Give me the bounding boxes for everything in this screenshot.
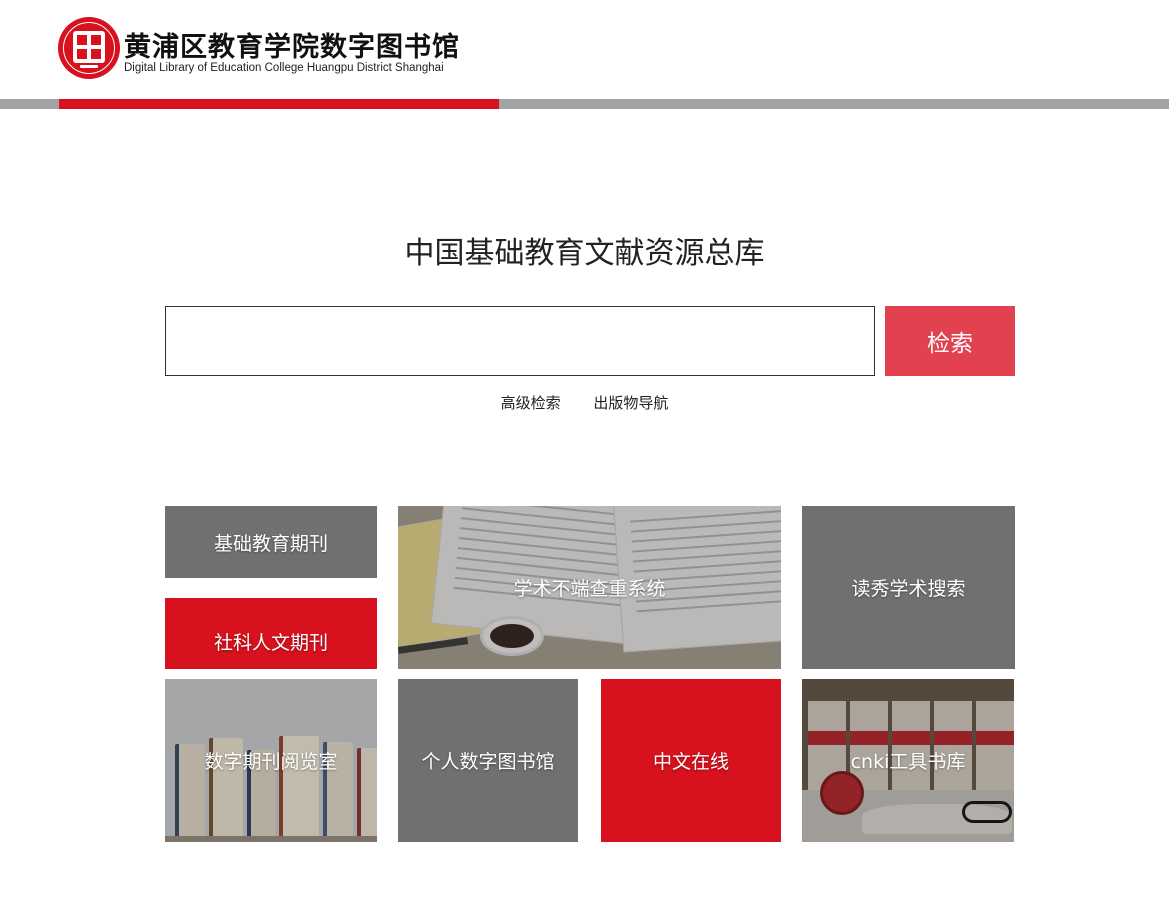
tile-label: 读秀学术搜索 [851, 578, 966, 600]
tile-label: 数字期刊阅览室 [204, 751, 338, 773]
tile-plagiarism-check[interactable]: 学术不端查重系统 [398, 506, 781, 669]
tile-personal-digital-library[interactable]: 个人数字图书馆 [398, 679, 578, 842]
tile-label: 个人数字图书馆 [421, 751, 555, 773]
tile-digital-journal-reading-room[interactable]: 数字期刊阅览室 [165, 679, 377, 842]
tile-cnki-reference-library[interactable]: cnki工具书库 [802, 679, 1014, 842]
tile-label: 学术不端查重系统 [513, 578, 666, 600]
advanced-search-link[interactable]: 高级检索 [501, 394, 561, 412]
publication-navigation-link[interactable]: 出版物导航 [593, 394, 668, 412]
tile-label: 基础教育期刊 [213, 532, 328, 555]
site-title[interactable]: 黄浦区教育学院数字图书馆 [124, 25, 460, 64]
search-button[interactable]: 检索 [885, 306, 1015, 376]
tile-social-science-journals[interactable]: 社科人文期刊 [165, 598, 377, 669]
tile-chinese-online[interactable]: 中文在线 [601, 679, 781, 842]
search-links: 高级检索 出版物导航 [0, 392, 1169, 413]
search-input[interactable] [165, 306, 875, 376]
tile-label: 中文在线 [652, 751, 729, 773]
tile-basic-education-journals[interactable]: 基础教育期刊 [165, 506, 377, 578]
header-accent-bar [59, 99, 499, 109]
database-title: 中国基础教育文献资源总库 [404, 236, 765, 271]
site-subtitle: Digital Library of Education College Hua… [124, 62, 444, 74]
tile-label: cnki工具书库 [850, 751, 966, 773]
tile-label: 社科人文期刊 [213, 632, 328, 654]
site-header: 黄浦区教育学院数字图书馆 Digital Library of Educatio… [0, 0, 1169, 100]
tile-duxiu-search[interactable]: 读秀学术搜索 [802, 506, 1015, 669]
library-seal-icon[interactable] [58, 17, 120, 79]
